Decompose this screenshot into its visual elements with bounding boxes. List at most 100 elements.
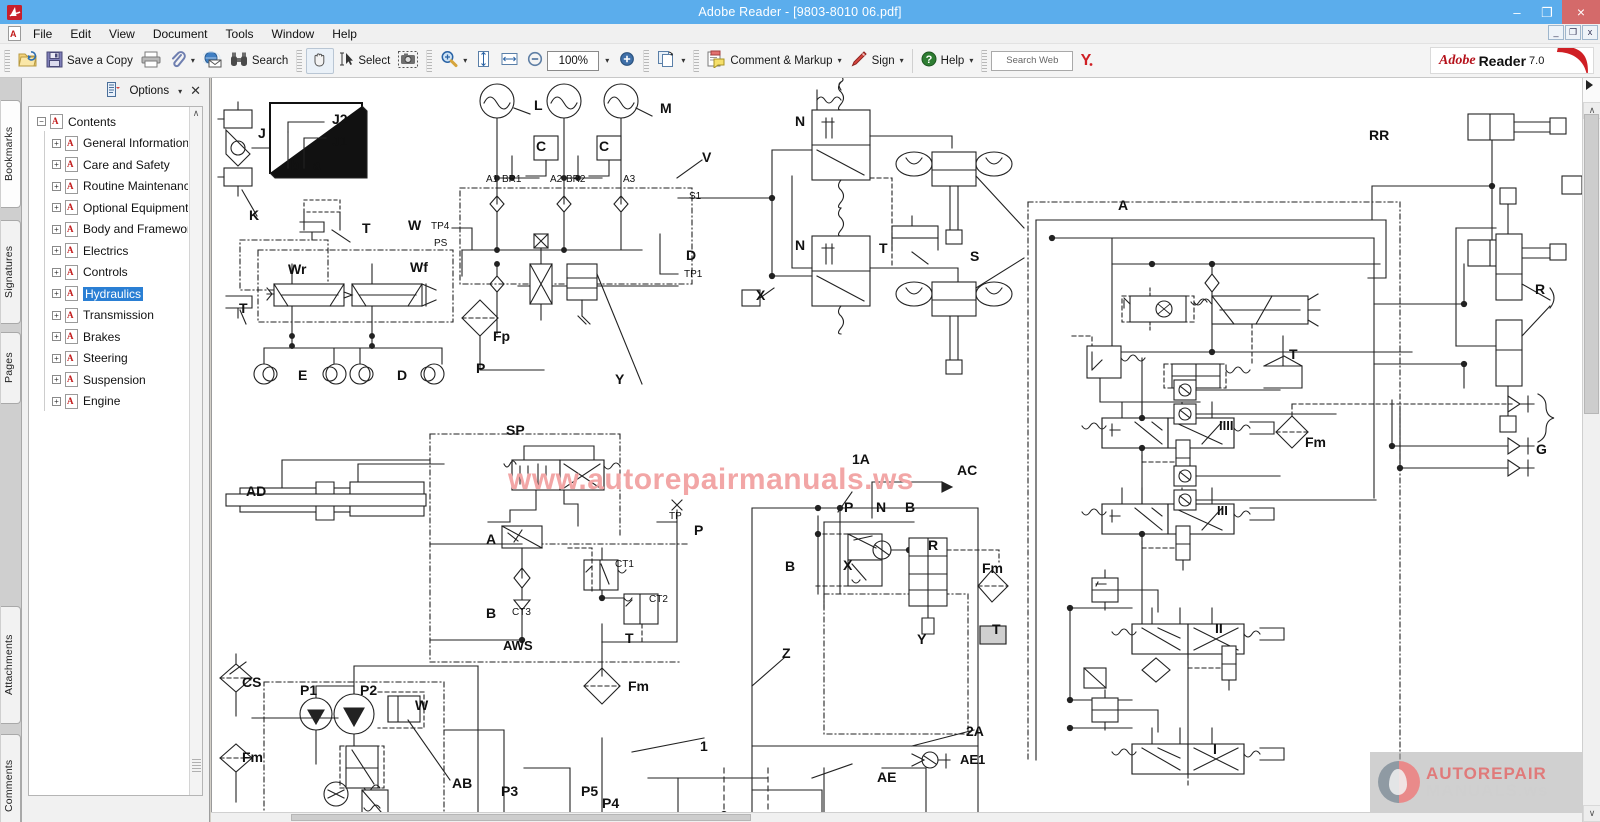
menu-item-file[interactable]: File: [24, 25, 61, 43]
zoom-in-tool-button[interactable]: ▾: [436, 48, 471, 74]
attach-file-button[interactable]: ▾: [165, 48, 199, 74]
bookmark-node-suspension[interactable]: + A Suspension: [29, 369, 188, 391]
expander-icon[interactable]: +: [52, 267, 61, 277]
bookmarks-scroll-up-icon[interactable]: ∧: [190, 107, 202, 120]
schematic-label: Wr: [288, 261, 307, 277]
menu-item-view[interactable]: View: [100, 25, 144, 43]
pdf-bookmark-icon: A: [50, 114, 63, 130]
help-button[interactable]: ? Help ▾: [917, 48, 978, 74]
save-a-copy-button[interactable]: Save a Copy: [42, 48, 137, 74]
fit-page-button[interactable]: [471, 48, 496, 74]
document-horizontal-scrollbar[interactable]: [211, 812, 1582, 822]
bookmark-node-transmission[interactable]: + A Transmission: [29, 305, 188, 327]
mdi-restore-button[interactable]: ❐: [1565, 25, 1581, 40]
zoom-level-input[interactable]: 100%: [547, 50, 600, 71]
rail-tab-bookmarks[interactable]: Bookmarks: [1, 100, 21, 208]
bookmarks-close-icon[interactable]: ✕: [190, 83, 201, 99]
sign-button[interactable]: Sign ▾: [846, 48, 908, 74]
close-button[interactable]: ×: [1562, 0, 1600, 24]
expander-icon[interactable]: +: [52, 310, 61, 320]
toolbar-grip-2[interactable]: [296, 49, 303, 72]
expander-icon[interactable]: −: [37, 117, 46, 127]
print-button[interactable]: [137, 48, 165, 74]
sign-caret-icon[interactable]: ▾: [900, 56, 904, 65]
toolbar-grip-3[interactable]: [426, 49, 433, 72]
menu-item-window[interactable]: Window: [263, 25, 324, 43]
toolbar-grip[interactable]: [4, 49, 10, 72]
expander-icon[interactable]: +: [52, 289, 61, 299]
open-button[interactable]: [14, 48, 42, 74]
toolbar-grip-5[interactable]: [693, 49, 700, 72]
comment-markup-button[interactable]: Comment & Markup ▾: [703, 48, 845, 74]
bookmarks-scrollbar[interactable]: ∧: [189, 107, 202, 795]
expander-icon[interactable]: +: [52, 181, 61, 191]
menu-item-document[interactable]: Document: [144, 25, 217, 43]
menu-item-edit[interactable]: Edit: [61, 25, 100, 43]
bookmarks-options-caret-icon[interactable]: ▾: [178, 87, 182, 96]
expander-icon[interactable]: +: [52, 375, 61, 385]
comment-caret-icon[interactable]: ▾: [838, 56, 842, 65]
snapshot-button[interactable]: [394, 48, 422, 74]
bookmark-node-electrics[interactable]: + A Electrics: [29, 240, 188, 262]
rail-tab-comments[interactable]: Comments: [1, 734, 21, 822]
mdi-close-button[interactable]: x: [1582, 25, 1598, 40]
mdi-minimize-button[interactable]: _: [1548, 25, 1564, 40]
page-layout-button[interactable]: ▾: [653, 48, 689, 74]
yahoo-search-button[interactable]: Y: [1073, 48, 1099, 74]
menu-item-help[interactable]: Help: [323, 25, 366, 43]
schematic-label: CS: [242, 674, 261, 690]
bookmark-node-controls[interactable]: + A Controls: [29, 262, 188, 284]
select-tool-button[interactable]: Select: [334, 48, 394, 74]
minimize-button[interactable]: –: [1502, 0, 1532, 24]
vertical-scroll-thumb[interactable]: [1584, 114, 1599, 414]
bookmark-panel-icon[interactable]: [107, 82, 121, 100]
hand-tool-button[interactable]: [306, 47, 335, 74]
bookmark-node-contents[interactable]: − A Contents: [29, 111, 188, 133]
zoom-tool-caret-icon[interactable]: ▾: [463, 56, 467, 65]
bookmark-node-optional-equipment[interactable]: + A Optional Equipment: [29, 197, 188, 219]
expander-icon[interactable]: +: [52, 224, 61, 234]
expander-icon[interactable]: +: [52, 332, 61, 342]
rail-tab-signatures[interactable]: Signatures: [1, 220, 21, 324]
schematic-label: AWS: [503, 638, 533, 653]
email-button[interactable]: [199, 48, 226, 74]
bookmark-node-steering[interactable]: + A Steering: [29, 348, 188, 370]
horizontal-scroll-thumb[interactable]: [291, 814, 751, 821]
bookmark-node-engine[interactable]: + A Engine: [29, 391, 188, 413]
zoom-out-button[interactable]: [523, 48, 547, 74]
bookmarks-options-label[interactable]: Options: [129, 85, 169, 97]
bookmark-node-care-and-safety[interactable]: + A Care and Safety: [29, 154, 188, 176]
rail-tab-pages[interactable]: Pages: [1, 332, 21, 404]
restore-button[interactable]: ❐: [1532, 0, 1562, 24]
bookmarks-scroll-thumb[interactable]: [192, 759, 201, 773]
toolbar-grip-4[interactable]: [643, 49, 650, 72]
expander-icon[interactable]: +: [52, 203, 61, 213]
zoom-level-caret-icon[interactable]: ▾: [605, 56, 609, 65]
bookmark-node-hydraulics[interactable]: + A Hydraulics: [29, 283, 188, 305]
expander-icon[interactable]: +: [52, 353, 61, 363]
menu-item-tools[interactable]: Tools: [217, 25, 263, 43]
schematic-label: P1: [300, 682, 317, 698]
document-vertical-scrollbar[interactable]: ∧ ∨: [1582, 78, 1600, 822]
fit-width-button[interactable]: [496, 48, 523, 74]
rail-tab-attachments[interactable]: Attachments: [1, 606, 21, 724]
bookmark-node-general-information[interactable]: + A General Information: [29, 133, 188, 155]
expander-icon[interactable]: +: [52, 396, 61, 406]
scroll-down-button[interactable]: ∨: [1583, 805, 1600, 822]
bookmark-node-routine-maintenance[interactable]: + A Routine Maintenance: [29, 176, 188, 198]
expander-icon[interactable]: +: [52, 160, 61, 170]
page-layout-caret-icon[interactable]: ▾: [681, 56, 685, 65]
attach-caret-icon[interactable]: ▾: [191, 56, 195, 65]
toolbar-grip-6[interactable]: [981, 49, 988, 72]
help-caret-icon[interactable]: ▾: [969, 56, 973, 65]
document-viewport[interactable]: J J2 J1 b a K T T W Wr Wf E D L M C C A1 BR1 A2 BR2 A3 TP4 PS V S…: [211, 78, 1582, 822]
paperclip-icon: [169, 50, 186, 71]
zoom-in-button[interactable]: [615, 48, 639, 74]
search-button[interactable]: Search: [226, 48, 292, 74]
expand-panel-arrow-icon[interactable]: [1586, 80, 1593, 90]
bookmark-node-body-and-framework[interactable]: + A Body and Framework: [29, 219, 188, 241]
expander-icon[interactable]: +: [52, 138, 61, 148]
search-web-input[interactable]: Search Web: [991, 50, 1074, 71]
expander-icon[interactable]: +: [52, 246, 61, 256]
bookmark-node-brakes[interactable]: + A Brakes: [29, 326, 188, 348]
